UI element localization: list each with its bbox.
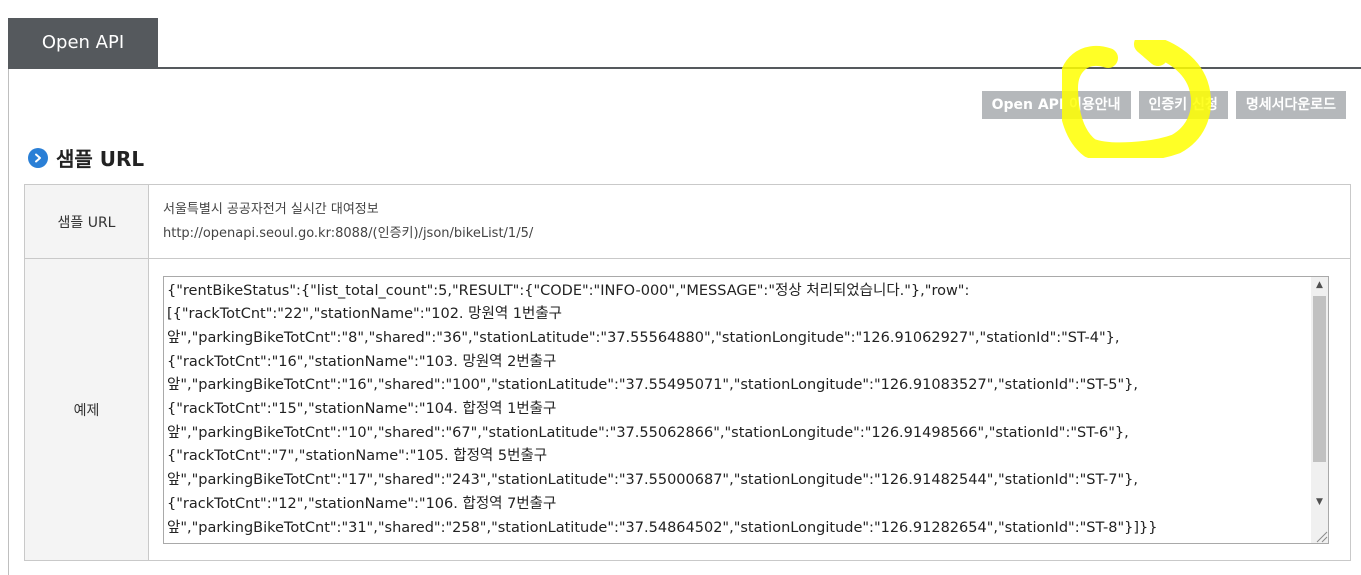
- action-button-row: Open API 이용안내 인증키 신청 명세서다운로드: [981, 91, 1346, 119]
- vertical-scrollbar[interactable]: ▲ ▼: [1311, 276, 1328, 543]
- sample-url-table: 샘플 URL 서울특별시 공공자전거 실시간 대여정보 http://opena…: [24, 184, 1351, 561]
- section-title: 샘플 URL: [56, 147, 145, 171]
- spec-download-button[interactable]: 명세서다운로드: [1235, 91, 1346, 119]
- triangle-down-icon[interactable]: ▼: [1311, 494, 1328, 511]
- content-frame-border: [8, 69, 9, 575]
- example-json-text: {"rentBikeStatus":{"list_total_count":5,…: [167, 282, 1158, 536]
- chevron-right-circle-icon: [28, 147, 48, 168]
- sample-url-text: http://openapi.seoul.go.kr:8088/(인증키)/js…: [163, 225, 534, 241]
- tab-open-api[interactable]: Open API: [8, 18, 158, 68]
- sample-url-cell: 서울특별시 공공자전거 실시간 대여정보 http://openapi.seou…: [148, 184, 1351, 259]
- example-cell: {"rentBikeStatus":{"list_total_count":5,…: [148, 258, 1351, 561]
- scrollbar-thumb[interactable]: [1313, 295, 1326, 462]
- table-row: 예제 {"rentBikeStatus":{"list_total_count"…: [24, 258, 1351, 561]
- auth-key-request-button[interactable]: 인증키 신청: [1138, 91, 1228, 119]
- sample-url-description: 서울특별시 공공자전거 실시간 대여정보: [163, 201, 379, 217]
- example-label: 예제: [24, 258, 149, 561]
- api-guide-button[interactable]: Open API 이용안내: [981, 91, 1131, 119]
- open-api-page: Open API Open API 이용안내 인증키 신청 명세서다운로드 샘플…: [0, 0, 1361, 575]
- sample-url-label: 샘플 URL: [24, 184, 149, 259]
- triangle-up-icon[interactable]: ▲: [1311, 277, 1328, 294]
- tab-divider: [8, 67, 1361, 69]
- section-header: 샘플 URL: [28, 143, 144, 172]
- example-json-textarea[interactable]: {"rentBikeStatus":{"list_total_count":5,…: [163, 275, 1329, 544]
- resize-grip-icon[interactable]: [1311, 526, 1328, 543]
- table-row: 샘플 URL 서울특별시 공공자전거 실시간 대여정보 http://opena…: [24, 184, 1351, 259]
